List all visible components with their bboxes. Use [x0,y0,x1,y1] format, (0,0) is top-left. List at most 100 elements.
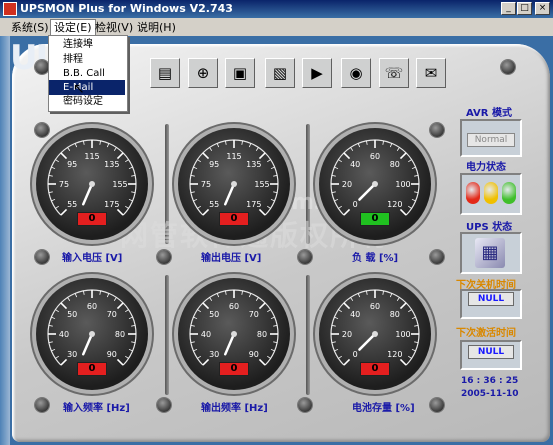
gauge-tick [128,166,133,170]
gauge-needle [82,332,94,356]
gauge-tick [116,358,124,366]
gauge-tick [131,341,136,343]
gauge-needle [224,332,236,356]
gauge-tick [55,159,59,163]
panel-screw [430,398,444,412]
menu-item-email[interactable]: E-Mail [49,80,125,95]
gauge-tick [197,309,201,313]
gauge-tick [357,293,361,298]
gauge-tick [190,175,195,177]
panel-screw [35,398,49,412]
clock-date: 2005-11-10 [461,389,519,399]
gauge-tick [55,355,59,359]
gauge-tick [414,191,419,193]
gauge-tick [331,341,336,343]
gauge-tick-label: 175 [246,200,261,209]
gauge-tick [193,348,198,352]
gauge-tick [389,293,393,298]
display-image-icon[interactable]: ▧ [265,58,295,88]
gauge-needle [358,182,377,201]
gauge-tick [267,355,271,359]
gauge-tick-label: 135 [104,160,119,169]
gauge-tick-label: 40 [201,330,211,339]
gauge-tick-label: 115 [84,152,99,161]
gauge-tick [331,175,336,177]
left-strip [0,36,10,445]
menu-item-password[interactable]: 密码设定 [49,94,125,109]
gauge-tick [248,293,252,298]
gauge-tick [343,152,351,160]
phone-icon[interactable]: ☏ [379,58,409,88]
gauge-tick [258,152,266,160]
gauge-tick-label: 60 [370,152,380,161]
avr-mode-value: Normal [467,133,515,147]
menu-view[interactable]: 检视(V) [92,20,136,35]
maximize-button[interactable]: □ [517,2,532,15]
gauge-tick [334,348,339,352]
gauge-tick [350,147,354,151]
gauge-tick [197,205,201,209]
gauge-tick [193,316,198,320]
gauge-tick [331,325,336,327]
gauge-hub [231,181,237,187]
gauge-tick [74,143,78,148]
panel-screw [157,398,171,412]
gauge-tick [270,198,275,202]
mail-icon[interactable]: ✉ [416,58,446,88]
gauge-tick [99,290,101,295]
gauge-tick [128,348,133,352]
gauge-tick [338,205,342,209]
gauge-tick [116,208,124,216]
gauge-tick [193,198,198,202]
gauge-tick [334,166,339,170]
gauge-tick-label: 0 [353,350,358,359]
gauge-tick [48,175,53,177]
gauge-tick-label: 80 [257,330,267,339]
gauge-tick-label: 175 [104,200,119,209]
add-device-icon[interactable]: ⊕ [188,58,218,88]
close-button[interactable]: × [535,2,550,15]
gauge-tick [202,358,210,366]
gauge-tick [267,159,271,163]
gauge-tick [273,341,278,343]
gauge-tick [343,208,351,216]
menu-item-port[interactable]: 连接埠 [49,37,125,52]
network-computers-icon[interactable]: ▣ [225,58,255,88]
gauge-tick [225,290,227,295]
eye-icon[interactable]: ◉ [341,58,371,88]
menu-settings[interactable]: 设定(E) [50,19,96,35]
minimize-button[interactable]: _ [501,2,516,15]
gauge-readout: 0 [219,362,249,376]
menu-help[interactable]: 说明(H) [134,20,179,35]
video-camera-icon[interactable]: ▶ [302,58,332,88]
menu-system[interactable]: 系统(S) [8,20,52,35]
settings-panel-icon[interactable]: ▤ [150,58,180,88]
app-icon[interactable] [3,2,17,16]
gauge-tick-label: 120 [387,350,402,359]
gauge-tick [331,191,336,193]
gauge-tick [270,166,275,170]
menu-item-schedule[interactable]: 排程 [49,52,125,67]
gauge-tick [408,309,412,313]
gauge-tick [248,143,252,148]
gauge-tick-label: 90 [107,350,117,359]
gauge-tick-label: 40 [350,160,360,169]
gauge-needle [82,182,94,206]
gauge-tick [125,355,129,359]
divider [306,275,310,395]
gauge-tick-label: 115 [226,152,241,161]
menu-item-bbcall[interactable]: B.B. Call [49,66,125,81]
gauge-tick [48,191,53,193]
gauge-tick-label: 40 [59,330,69,339]
gauge-tick-label: 60 [370,302,380,311]
gauge-tick-label: 80 [390,160,400,169]
gauge-tick [338,355,342,359]
ups-status-title: UPS 状态 [466,222,513,233]
gauge-tick [190,191,195,193]
panel-screw [430,250,444,264]
gauge-tick [197,355,201,359]
panel-screw [35,60,49,74]
panel-screw [430,123,444,137]
gauge-tick [190,325,195,327]
gauge-tick [113,147,117,151]
